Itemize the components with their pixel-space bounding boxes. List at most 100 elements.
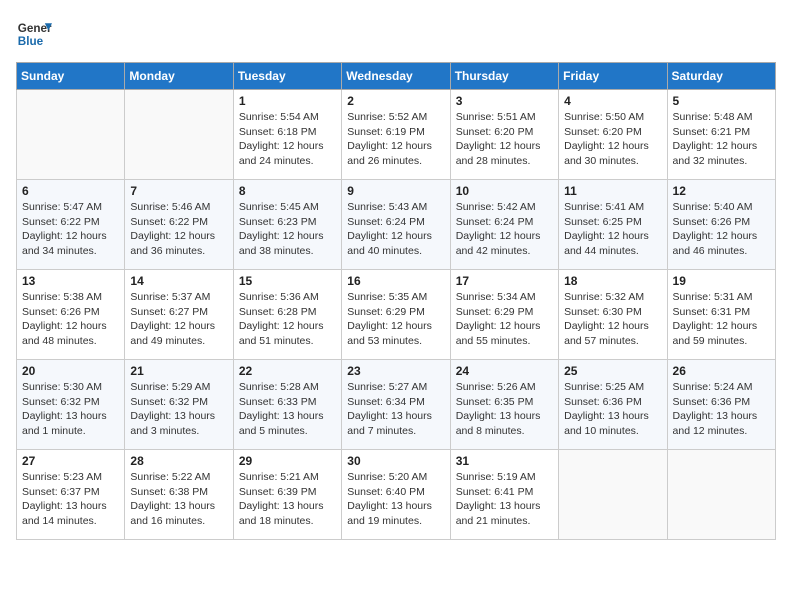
day-info: Sunrise: 5:52 AM Sunset: 6:19 PM Dayligh… [347,110,444,169]
day-number: 1 [239,94,336,108]
calendar-cell: 20 Sunrise: 5:30 AM Sunset: 6:32 PM Dayli… [17,360,125,450]
day-number: 20 [22,364,119,378]
day-info: Sunrise: 5:45 AM Sunset: 6:23 PM Dayligh… [239,200,336,259]
day-info: Sunrise: 5:24 AM Sunset: 6:36 PM Dayligh… [673,380,770,439]
calendar-cell: 27 Sunrise: 5:23 AM Sunset: 6:37 PM Dayli… [17,450,125,540]
page-header: General Blue [16,16,776,52]
day-info: Sunrise: 5:21 AM Sunset: 6:39 PM Dayligh… [239,470,336,529]
calendar-cell: 8 Sunrise: 5:45 AM Sunset: 6:23 PM Daylig… [233,180,341,270]
calendar-table: SundayMondayTuesdayWednesdayThursdayFrid… [16,62,776,540]
day-info: Sunrise: 5:38 AM Sunset: 6:26 PM Dayligh… [22,290,119,349]
day-number: 27 [22,454,119,468]
day-number: 10 [456,184,553,198]
calendar-body: 1 Sunrise: 5:54 AM Sunset: 6:18 PM Daylig… [17,90,776,540]
calendar-cell: 3 Sunrise: 5:51 AM Sunset: 6:20 PM Daylig… [450,90,558,180]
calendar-cell: 1 Sunrise: 5:54 AM Sunset: 6:18 PM Daylig… [233,90,341,180]
day-number: 24 [456,364,553,378]
calendar-cell: 14 Sunrise: 5:37 AM Sunset: 6:27 PM Dayli… [125,270,233,360]
day-info: Sunrise: 5:22 AM Sunset: 6:38 PM Dayligh… [130,470,227,529]
day-info: Sunrise: 5:40 AM Sunset: 6:26 PM Dayligh… [673,200,770,259]
day-number: 8 [239,184,336,198]
calendar-header-sunday: Sunday [17,63,125,90]
calendar-cell: 21 Sunrise: 5:29 AM Sunset: 6:32 PM Dayli… [125,360,233,450]
day-number: 3 [456,94,553,108]
calendar-cell [559,450,667,540]
day-info: Sunrise: 5:26 AM Sunset: 6:35 PM Dayligh… [456,380,553,439]
day-number: 25 [564,364,661,378]
calendar-cell: 5 Sunrise: 5:48 AM Sunset: 6:21 PM Daylig… [667,90,775,180]
calendar-cell: 23 Sunrise: 5:27 AM Sunset: 6:34 PM Dayli… [342,360,450,450]
day-number: 31 [456,454,553,468]
day-number: 22 [239,364,336,378]
day-info: Sunrise: 5:43 AM Sunset: 6:24 PM Dayligh… [347,200,444,259]
calendar-cell: 15 Sunrise: 5:36 AM Sunset: 6:28 PM Dayli… [233,270,341,360]
calendar-cell: 26Sunrise: 5:24 AM Sunset: 6:36 PM Dayli… [667,360,775,450]
day-info: Sunrise: 5:36 AM Sunset: 6:28 PM Dayligh… [239,290,336,349]
day-number: 21 [130,364,227,378]
day-info: Sunrise: 5:46 AM Sunset: 6:22 PM Dayligh… [130,200,227,259]
day-number: 7 [130,184,227,198]
day-info: Sunrise: 5:41 AM Sunset: 6:25 PM Dayligh… [564,200,661,259]
calendar-cell: 9 Sunrise: 5:43 AM Sunset: 6:24 PM Daylig… [342,180,450,270]
calendar-cell [17,90,125,180]
calendar-cell: 30 Sunrise: 5:20 AM Sunset: 6:40 PM Dayli… [342,450,450,540]
calendar-cell: 16Sunrise: 5:35 AM Sunset: 6:29 PM Dayli… [342,270,450,360]
day-number: 30 [347,454,444,468]
day-info: Sunrise: 5:48 AM Sunset: 6:21 PM Dayligh… [673,110,770,169]
day-number: 11 [564,184,661,198]
calendar-cell: 19Sunrise: 5:31 AM Sunset: 6:31 PM Dayli… [667,270,775,360]
day-info: Sunrise: 5:50 AM Sunset: 6:20 PM Dayligh… [564,110,661,169]
calendar-cell: 4Sunrise: 5:50 AM Sunset: 6:20 PM Daylig… [559,90,667,180]
logo: General Blue [16,16,56,52]
calendar-header-thursday: Thursday [450,63,558,90]
day-number: 29 [239,454,336,468]
calendar-cell: 12 Sunrise: 5:40 AM Sunset: 6:26 PM Dayli… [667,180,775,270]
calendar-week-row: 1 Sunrise: 5:54 AM Sunset: 6:18 PM Daylig… [17,90,776,180]
day-info: Sunrise: 5:25 AM Sunset: 6:36 PM Dayligh… [564,380,661,439]
day-info: Sunrise: 5:27 AM Sunset: 6:34 PM Dayligh… [347,380,444,439]
day-info: Sunrise: 5:35 AM Sunset: 6:29 PM Dayligh… [347,290,444,349]
day-info: Sunrise: 5:32 AM Sunset: 6:30 PM Dayligh… [564,290,661,349]
day-number: 18 [564,274,661,288]
day-number: 12 [673,184,770,198]
calendar-cell: 6Sunrise: 5:47 AM Sunset: 6:22 PM Daylig… [17,180,125,270]
day-number: 19 [673,274,770,288]
day-number: 2 [347,94,444,108]
calendar-cell: 24 Sunrise: 5:26 AM Sunset: 6:35 PM Dayli… [450,360,558,450]
day-info: Sunrise: 5:54 AM Sunset: 6:18 PM Dayligh… [239,110,336,169]
day-number: 6 [22,184,119,198]
calendar-cell: 25 Sunrise: 5:25 AM Sunset: 6:36 PM Dayli… [559,360,667,450]
svg-text:Blue: Blue [18,35,44,48]
day-info: Sunrise: 5:30 AM Sunset: 6:32 PM Dayligh… [22,380,119,439]
calendar-header-monday: Monday [125,63,233,90]
calendar-cell: 7 Sunrise: 5:46 AM Sunset: 6:22 PM Daylig… [125,180,233,270]
calendar-cell: 17Sunrise: 5:34 AM Sunset: 6:29 PM Dayli… [450,270,558,360]
calendar-cell: 2 Sunrise: 5:52 AM Sunset: 6:19 PM Daylig… [342,90,450,180]
day-info: Sunrise: 5:34 AM Sunset: 6:29 PM Dayligh… [456,290,553,349]
calendar-week-row: 13 Sunrise: 5:38 AM Sunset: 6:26 PM Dayli… [17,270,776,360]
day-info: Sunrise: 5:29 AM Sunset: 6:32 PM Dayligh… [130,380,227,439]
calendar-header-saturday: Saturday [667,63,775,90]
day-number: 5 [673,94,770,108]
calendar-cell [667,450,775,540]
day-number: 23 [347,364,444,378]
day-number: 13 [22,274,119,288]
day-number: 15 [239,274,336,288]
day-info: Sunrise: 5:23 AM Sunset: 6:37 PM Dayligh… [22,470,119,529]
calendar-cell: 13 Sunrise: 5:38 AM Sunset: 6:26 PM Dayli… [17,270,125,360]
day-info: Sunrise: 5:51 AM Sunset: 6:20 PM Dayligh… [456,110,553,169]
day-number: 28 [130,454,227,468]
day-number: 14 [130,274,227,288]
calendar-cell: 18 Sunrise: 5:32 AM Sunset: 6:30 PM Dayli… [559,270,667,360]
calendar-header-tuesday: Tuesday [233,63,341,90]
calendar-header-wednesday: Wednesday [342,63,450,90]
calendar-cell: 31 Sunrise: 5:19 AM Sunset: 6:41 PM Dayli… [450,450,558,540]
calendar-week-row: 20 Sunrise: 5:30 AM Sunset: 6:32 PM Dayli… [17,360,776,450]
day-info: Sunrise: 5:19 AM Sunset: 6:41 PM Dayligh… [456,470,553,529]
day-number: 9 [347,184,444,198]
day-info: Sunrise: 5:37 AM Sunset: 6:27 PM Dayligh… [130,290,227,349]
calendar-header-friday: Friday [559,63,667,90]
day-info: Sunrise: 5:20 AM Sunset: 6:40 PM Dayligh… [347,470,444,529]
calendar-week-row: 27 Sunrise: 5:23 AM Sunset: 6:37 PM Dayli… [17,450,776,540]
calendar-cell: 11 Sunrise: 5:41 AM Sunset: 6:25 PM Dayli… [559,180,667,270]
